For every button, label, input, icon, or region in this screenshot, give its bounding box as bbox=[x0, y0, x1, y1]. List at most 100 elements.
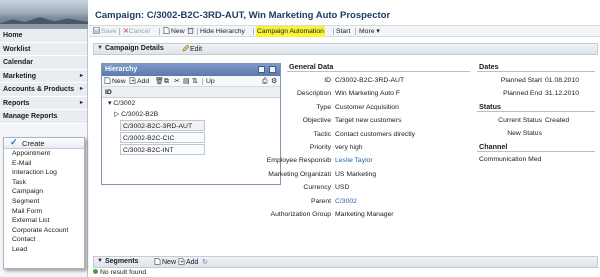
paste-icon[interactable]: ▤ bbox=[183, 76, 189, 87]
nav-item-home[interactable]: Home bbox=[0, 29, 87, 43]
field-value-link[interactable]: Leslie Taylor bbox=[335, 157, 470, 164]
nav-item-label: Manage Reports bbox=[3, 113, 58, 120]
edit-button[interactable]: Edit bbox=[182, 45, 202, 53]
segments-new-button[interactable]: New bbox=[154, 258, 176, 266]
new-button[interactable]: New bbox=[163, 26, 185, 37]
create-item-mail-form[interactable]: Mail Form bbox=[4, 207, 84, 217]
tree-node-root[interactable]: ▾ C/3002 bbox=[102, 98, 280, 109]
new-document-icon bbox=[154, 258, 161, 265]
cut-icon[interactable]: ✂ bbox=[174, 76, 180, 87]
create-menu-title: Create bbox=[22, 139, 45, 148]
refresh-icon[interactable]: ↻ bbox=[202, 258, 208, 266]
create-item-external-list[interactable]: External List bbox=[4, 216, 84, 226]
more-menu-button[interactable]: More ▾ bbox=[359, 26, 380, 37]
collapse-triangle-icon[interactable]: ▼ bbox=[97, 45, 103, 51]
nav-item-calendar[interactable]: Calendar bbox=[0, 56, 87, 70]
channel-value: Communication Med bbox=[479, 156, 542, 163]
field-value: US Marketing bbox=[335, 170, 377, 178]
trash-icon bbox=[187, 27, 194, 34]
toolbar: Save ✕Cancel New Hide Hierarchy Campaign… bbox=[89, 25, 600, 37]
hierarchy-toolbar: New Add 🗑 ⧉ ✂ ▤ ⇅ Up ⎙ ⚙ bbox=[102, 76, 280, 87]
create-item-corporate-account[interactable]: Corporate Account bbox=[4, 226, 84, 236]
create-item-interaction-log[interactable]: Interaction Log bbox=[4, 168, 84, 178]
segments-add-label: Add bbox=[186, 259, 199, 266]
nav-item-accounts-products[interactable]: Accounts & Products ▸ bbox=[0, 83, 87, 97]
move-icon[interactable]: ⇅ bbox=[192, 76, 198, 87]
print-icon[interactable]: ⎙ bbox=[262, 76, 267, 87]
minimize-icon[interactable] bbox=[258, 66, 265, 73]
create-item-segment[interactable]: Segment bbox=[4, 197, 84, 207]
new-document-icon bbox=[163, 27, 170, 34]
hierarchy-new-button[interactable]: New bbox=[104, 76, 126, 87]
tree-node-row[interactable]: C/3002-B2C-CIC bbox=[120, 132, 205, 143]
field-label: Parent bbox=[310, 197, 331, 205]
field-label: Authorization Group bbox=[270, 211, 331, 218]
hide-hierarchy-button[interactable]: Hide Hierarchy bbox=[200, 26, 245, 37]
create-item-contact[interactable]: Contact bbox=[4, 235, 84, 245]
new-label: New bbox=[171, 28, 185, 35]
collapse-triangle-icon[interactable]: ▾ bbox=[108, 100, 111, 107]
status-title: Status bbox=[479, 102, 501, 111]
tree-node-row[interactable]: C/3002-B2C-INT bbox=[120, 144, 205, 155]
create-item-lead[interactable]: Lead bbox=[4, 245, 84, 255]
collapse-triangle-icon[interactable]: ▼ bbox=[97, 258, 103, 264]
nav-item-worklist[interactable]: Worklist bbox=[0, 42, 87, 56]
start-button[interactable]: Start bbox=[336, 26, 350, 37]
field-label: ID bbox=[324, 77, 331, 84]
hierarchy-new-label: New bbox=[112, 78, 126, 85]
field-value: Marketing Manager bbox=[335, 211, 394, 218]
banner-image bbox=[0, 0, 88, 29]
campaign-details-title: Campaign Details bbox=[105, 45, 164, 52]
edit-label: Edit bbox=[190, 46, 203, 53]
tree-node-row[interactable]: C/3002-B2C-3RD-AUT bbox=[120, 120, 205, 131]
copy-icon[interactable]: ⧉ bbox=[164, 76, 169, 87]
main-content: Campaign: C/3002-B2C-3RD-AUT, Win Market… bbox=[89, 0, 600, 277]
chevron-right-icon: ▸ bbox=[79, 99, 83, 106]
save-label: Save bbox=[101, 28, 117, 35]
tree-node-child[interactable]: ▷ C/3002-B2B bbox=[102, 109, 280, 120]
segments-header: ▼ Segments New Add ↻ bbox=[93, 256, 598, 268]
new-status-label: New Status bbox=[507, 130, 542, 137]
expand-triangle-icon[interactable]: ▷ bbox=[114, 111, 119, 118]
campaign-automation-button[interactable]: Campaign Automation bbox=[256, 26, 325, 37]
campaign-details-header: ▼ Campaign Details Edit bbox=[93, 43, 598, 55]
field-label: Objective bbox=[302, 117, 331, 125]
edit-pencil-icon bbox=[182, 45, 189, 52]
nav-item-reports[interactable]: Reports ▸ bbox=[0, 96, 87, 110]
hierarchy-add-label: Add bbox=[137, 78, 150, 85]
field-value-link[interactable]: C/3002 bbox=[335, 198, 470, 205]
hierarchy-title: Hierarchy bbox=[105, 66, 138, 73]
maximize-icon[interactable] bbox=[269, 66, 276, 73]
channel-title: Channel bbox=[479, 142, 508, 151]
hierarchy-up-button[interactable]: Up bbox=[206, 76, 215, 87]
cancel-button[interactable]: ✕Cancel bbox=[123, 26, 150, 37]
nav-item-manage-reports[interactable]: Manage Reports bbox=[0, 110, 87, 124]
tree-node-label: C/3002-B2B bbox=[121, 111, 159, 118]
delete-button[interactable] bbox=[187, 26, 195, 37]
create-menu-header[interactable]: ✓ Create bbox=[4, 137, 84, 149]
create-item-email[interactable]: E-Mail bbox=[4, 159, 84, 169]
create-menu: ✓ Create Appointment E-Mail Interaction … bbox=[3, 137, 85, 269]
segments-add-button[interactable]: Add bbox=[178, 258, 198, 266]
general-data-title: General Data bbox=[289, 62, 334, 71]
create-item-appointment[interactable]: Appointment bbox=[4, 149, 84, 159]
save-button[interactable]: Save bbox=[93, 26, 117, 37]
nav-item-label: Calendar bbox=[3, 59, 33, 66]
segments-title: Segments bbox=[105, 258, 139, 265]
settings-icon[interactable]: ⚙ bbox=[271, 76, 277, 87]
field-label: Priority bbox=[309, 144, 331, 151]
current-status-label: Current Status bbox=[498, 117, 542, 124]
create-item-task[interactable]: Task bbox=[4, 178, 84, 188]
hierarchy-window: Hierarchy New Add 🗑 ⧉ ✂ ▤ ⇅ Up ⎙ ⚙ ID ▾ … bbox=[101, 63, 281, 185]
nav-item-label: Worklist bbox=[3, 45, 31, 53]
hierarchy-add-button[interactable]: Add bbox=[129, 76, 149, 87]
nav-item-marketing[interactable]: Marketing ▸ bbox=[0, 69, 87, 83]
field-label: Currency bbox=[303, 184, 331, 192]
trash-icon[interactable]: 🗑 bbox=[155, 76, 164, 87]
segments-empty-state: No result found bbox=[93, 269, 598, 277]
create-item-campaign[interactable]: Campaign bbox=[4, 187, 84, 197]
crm-application: Home Worklist Calendar Marketing ▸ Accoun… bbox=[0, 0, 600, 277]
cancel-label: Cancel bbox=[128, 28, 150, 35]
add-icon bbox=[129, 77, 136, 84]
segments-new-label: New bbox=[162, 259, 177, 266]
